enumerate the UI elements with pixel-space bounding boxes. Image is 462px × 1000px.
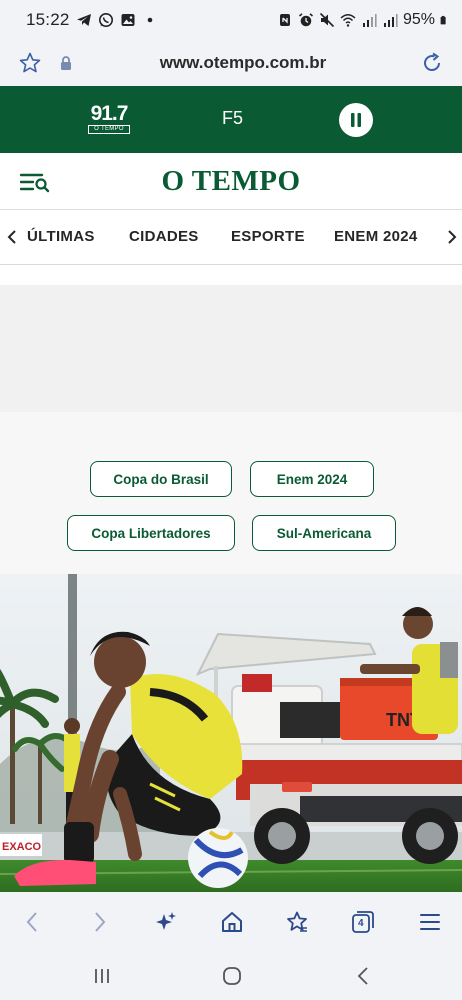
back-button[interactable] <box>18 908 46 936</box>
radio-logo-sub: O TEMPO <box>88 125 130 134</box>
back-system-button[interactable] <box>351 964 375 988</box>
browser-toolbar: 4 <box>0 892 462 952</box>
tag-enem-2024[interactable]: Enem 2024 <box>250 461 374 497</box>
forward-icon <box>95 912 106 932</box>
signal-icon <box>383 14 398 27</box>
ad-slot <box>0 285 462 412</box>
radio-logo-number: 91.7 <box>90 102 129 125</box>
nfc-icon <box>279 14 290 26</box>
wifi-icon <box>340 14 356 27</box>
signal-icon <box>362 14 377 27</box>
status-bar: 15:22 95% <box>0 0 462 40</box>
star-icon[interactable] <box>16 49 44 77</box>
reload-icon[interactable] <box>418 49 446 77</box>
tag-copa-libertadores[interactable]: Copa Libertadores <box>67 515 235 551</box>
tabs-count: 4 <box>358 918 364 929</box>
site-header: O TEMPO <box>0 153 462 210</box>
address-bar: www.otempo.com.br <box>0 40 462 86</box>
nav-item-esporte[interactable]: ESPORTE <box>231 228 305 245</box>
sparkle-button[interactable] <box>152 908 180 936</box>
lock-icon[interactable] <box>56 53 76 73</box>
forward-button[interactable] <box>86 908 114 936</box>
tag-sul-americana[interactable]: Sul-Americana <box>252 515 396 551</box>
recent-apps-icon <box>95 969 109 983</box>
home-button[interactable] <box>218 908 246 936</box>
gallery-icon <box>121 14 135 26</box>
nav-item-ultimas[interactable]: ÚLTIMAS <box>27 228 95 245</box>
tabs-button[interactable]: 4 <box>349 908 377 936</box>
url-field[interactable]: www.otempo.com.br <box>76 53 410 73</box>
browser-menu-button[interactable] <box>416 908 444 936</box>
nav-scroll-left-icon[interactable] <box>2 227 22 247</box>
spacer <box>0 265 462 285</box>
bookmarks-icon <box>287 911 307 932</box>
radio-player-bar: 91.7 O TEMPO F5 <box>0 86 462 153</box>
site-logo[interactable]: O TEMPO <box>0 165 462 198</box>
status-right: 95% <box>277 11 450 29</box>
bookmarks-button[interactable] <box>283 908 311 936</box>
pause-icon <box>351 113 361 127</box>
home-system-icon <box>223 967 241 985</box>
topic-tags: Copa do Brasil Enem 2024 Copa Libertador… <box>0 412 462 574</box>
status-time: 15:22 <box>26 10 70 29</box>
home-icon <box>222 912 242 932</box>
pause-button[interactable] <box>339 103 373 137</box>
recent-apps-button[interactable] <box>90 964 114 988</box>
radio-station-name: F5 <box>222 108 244 128</box>
tag-copa-do-brasil[interactable]: Copa do Brasil <box>90 461 232 497</box>
back-icon <box>26 912 37 932</box>
back-system-icon <box>357 967 368 985</box>
nav-item-cidades[interactable]: CIDADES <box>129 228 199 245</box>
page: 15:22 95% www.otempo.com.br 91.7 O TEMPO… <box>0 0 462 1000</box>
telegram-icon <box>76 14 91 26</box>
menu-icon <box>420 914 440 930</box>
battery-icon <box>440 15 446 25</box>
alarm-icon <box>298 13 313 27</box>
sign-text: EXACO <box>2 841 42 853</box>
nav-item-enem-2024[interactable]: ENEM 2024 <box>334 228 418 245</box>
home-system-button[interactable] <box>220 964 244 988</box>
sparkle-icon <box>156 912 176 930</box>
football-training-image: EXACO TNT <box>0 574 462 892</box>
mute-icon <box>319 12 335 28</box>
system-nav-bar <box>0 952 462 1000</box>
radio-logo[interactable]: 91.7 O TEMPO <box>88 102 130 134</box>
status-left: 15:22 <box>26 10 158 30</box>
battery-percent: 95% <box>402 11 435 28</box>
article-photo[interactable]: EXACO TNT <box>0 574 462 892</box>
nav-scroll-right-icon[interactable] <box>442 227 462 247</box>
whatsapp-icon <box>98 13 113 27</box>
dot-icon <box>147 17 152 23</box>
section-nav: ÚLTIMAS CIDADES ESPORTE ENEM 2024 <box>0 210 462 265</box>
